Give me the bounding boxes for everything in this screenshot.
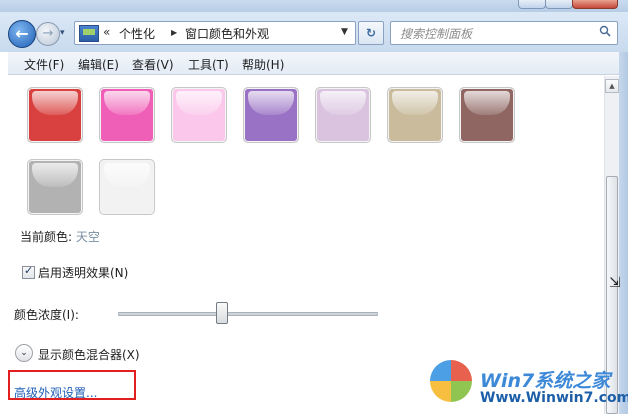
address-bar-row: ← → ▾ « 个性化 ▶ 窗口颜色和外观 ▼ ↻ 搜索控制面板 <box>0 12 628 52</box>
address-dropdown-icon[interactable]: ▼ <box>341 27 348 37</box>
watermark-url: Www.Winwin7.com <box>480 390 628 406</box>
menu-tools[interactable]: 工具(T) <box>188 56 229 73</box>
maximize-button[interactable] <box>545 0 573 9</box>
color-intensity-slider-thumb[interactable] <box>216 302 228 324</box>
mouse-cursor-icon: ⇲ <box>609 275 621 291</box>
color-swatch[interactable] <box>99 159 155 215</box>
vertical-scrollbar[interactable]: ▲ <box>604 76 619 414</box>
watermark-logo-icon <box>430 360 472 402</box>
expand-chevron-icon[interactable]: ⌄ <box>15 344 33 362</box>
close-button[interactable] <box>572 0 618 9</box>
content-pane: 当前颜色: 天空 启用透明效果(N) 颜色浓度(I): ⌄ 显示颜色混合器(X)… <box>8 76 604 414</box>
breadcrumb-window-color[interactable]: 窗口颜色和外观 <box>185 25 269 42</box>
color-swatch[interactable] <box>27 159 83 215</box>
menu-file[interactable]: 文件(F) <box>24 56 64 73</box>
window-frame-right <box>619 52 628 414</box>
menu-bar: 文件(F) 编辑(E) 查看(V) 工具(T) 帮助(H) <box>8 52 620 75</box>
color-swatch[interactable] <box>27 87 83 143</box>
menu-view[interactable]: 查看(V) <box>132 56 174 73</box>
recent-pages-dropdown-icon[interactable]: ▾ <box>60 26 70 40</box>
refresh-button[interactable]: ↻ <box>358 21 384 45</box>
color-swatch[interactable] <box>315 87 371 143</box>
breadcrumb-arrow-icon[interactable]: ▶ <box>171 28 177 37</box>
color-intensity-label: 颜色浓度(I): <box>14 308 79 322</box>
advanced-appearance-link[interactable]: 高级外观设置... <box>14 384 97 401</box>
breadcrumb-overflow-icon[interactable]: « <box>103 25 110 39</box>
address-bar[interactable]: « 个性化 ▶ 窗口颜色和外观 ▼ <box>74 21 356 45</box>
search-placeholder: 搜索控制面板 <box>400 27 473 41</box>
color-swatch[interactable] <box>387 87 443 143</box>
current-color-row: 当前颜色: 天空 <box>20 228 100 245</box>
minimize-button[interactable] <box>518 0 546 9</box>
menu-edit[interactable]: 编辑(E) <box>78 56 119 73</box>
forward-button[interactable]: → <box>36 22 60 46</box>
color-swatch[interactable] <box>243 87 299 143</box>
watermark-title: Win7系统之家 <box>480 370 611 392</box>
current-color-label: 当前颜色: <box>20 230 73 244</box>
transparency-checkbox[interactable] <box>22 264 35 279</box>
color-swatch[interactable] <box>459 87 515 143</box>
menu-help[interactable]: 帮助(H) <box>242 56 284 73</box>
color-swatch[interactable] <box>171 87 227 143</box>
color-mixer-toggle[interactable]: 显示颜色混合器(X) <box>38 346 140 363</box>
search-icon[interactable] <box>599 25 611 37</box>
current-color-value: 天空 <box>75 230 100 244</box>
color-swatch[interactable] <box>99 87 155 143</box>
scroll-up-icon[interactable]: ▲ <box>605 79 619 93</box>
search-input[interactable]: 搜索控制面板 <box>390 21 618 45</box>
breadcrumb-personalization[interactable]: 个性化 <box>119 25 155 42</box>
color-intensity-slider[interactable] <box>118 312 378 316</box>
control-panel-icon <box>79 25 99 42</box>
transparency-label[interactable]: 启用透明效果(N) <box>38 264 128 281</box>
back-button[interactable]: ← <box>8 20 36 48</box>
